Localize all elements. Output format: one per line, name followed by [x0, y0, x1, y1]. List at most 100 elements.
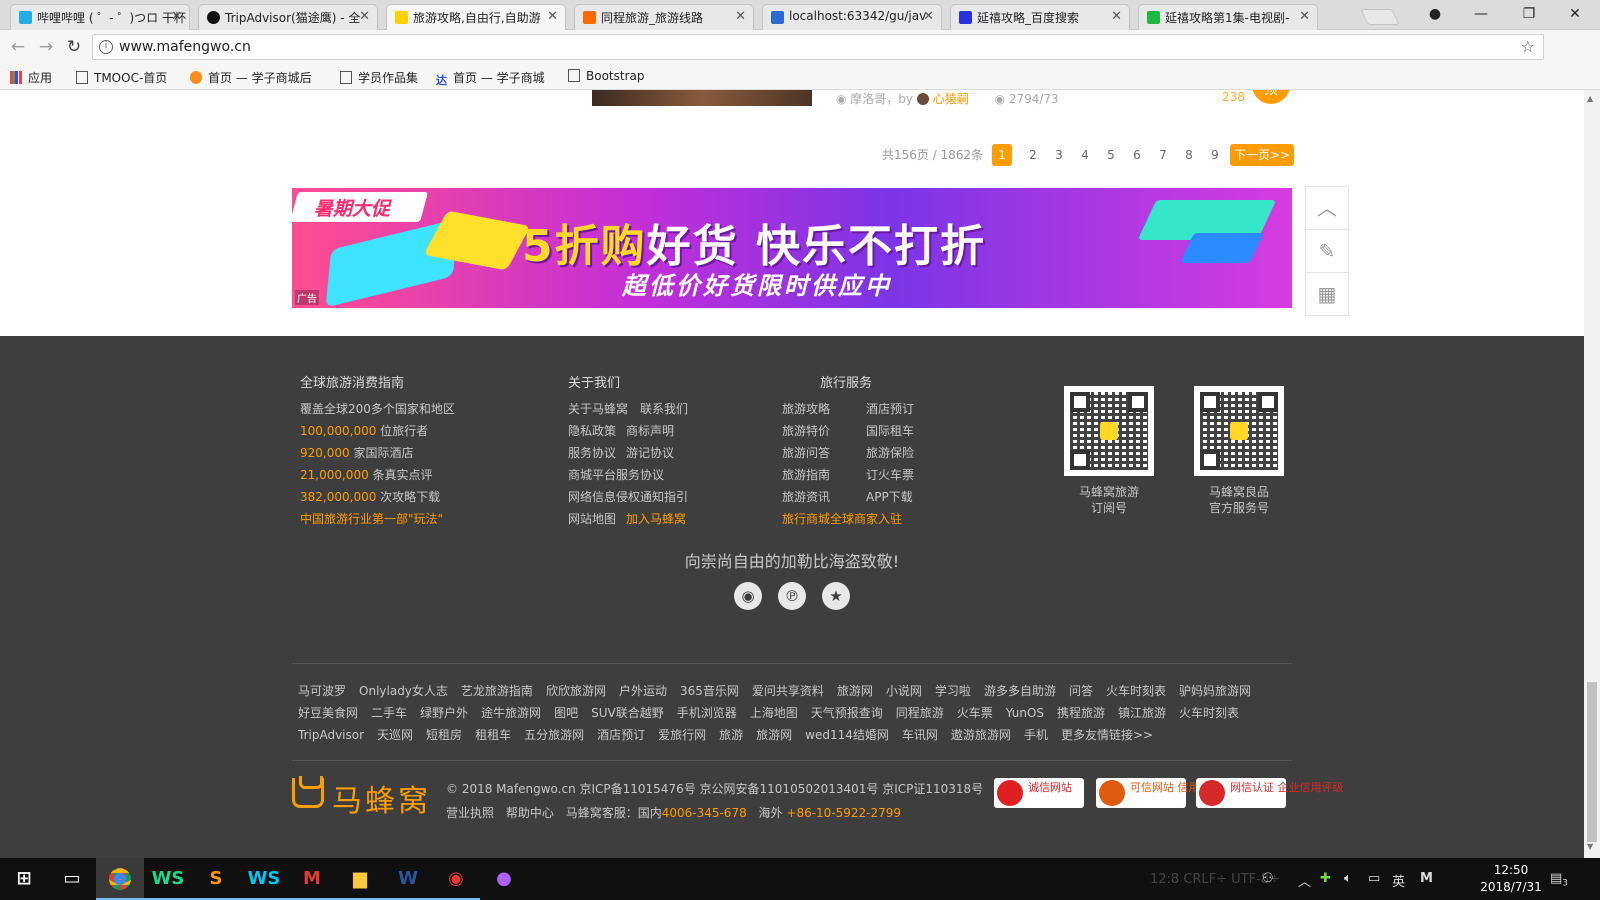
cert-badge-credible[interactable]: 可信网站 信用评价 — [1096, 778, 1222, 808]
friend-link[interactable]: YunOS — [1006, 706, 1044, 720]
footer-link[interactable]: 商标声明 — [626, 422, 674, 439]
friend-link[interactable]: 车讯网 — [902, 728, 938, 742]
back-button[interactable]: ← — [8, 37, 28, 57]
friend-link[interactable]: 艺龙旅游指南 — [461, 684, 533, 698]
friend-link[interactable]: 火车票 — [957, 706, 993, 720]
top-badge[interactable]: 顶 — [1252, 90, 1290, 104]
bookmark-bootstrap[interactable]: Bootstrap — [568, 69, 644, 83]
page-link[interactable]: 8 — [1179, 144, 1199, 166]
footer-link[interactable]: 国际租车 — [866, 422, 914, 439]
friend-link[interactable]: 手机浏览器 — [677, 706, 737, 720]
friend-link[interactable]: 户外运动 — [619, 684, 667, 698]
friend-link[interactable]: 火车时刻表 — [1106, 684, 1166, 698]
action-center-icon[interactable]: ▤3 — [1550, 871, 1568, 889]
maximize-button[interactable]: ❐ — [1510, 2, 1548, 26]
friend-link[interactable]: 遨游旅游网 — [951, 728, 1011, 742]
footer-link[interactable]: APP下载 — [866, 488, 913, 505]
friend-link[interactable]: 旅游 — [719, 728, 743, 742]
close-icon[interactable]: ✕ — [359, 9, 370, 24]
close-icon[interactable]: ✕ — [547, 9, 558, 24]
tab-tripadvisor[interactable]: TripAdvisor(猫途鹰) - 全 ✕ — [198, 4, 378, 30]
ime-mode-icon[interactable]: M — [1420, 871, 1433, 886]
friend-link[interactable]: 天巡网 — [377, 728, 413, 742]
address-bar[interactable]: i www.mafengwo.cn ☆ — [92, 34, 1544, 60]
footer-link[interactable]: 旅游资讯 — [782, 488, 830, 505]
footer-link[interactable]: 关于马蜂窝 — [568, 400, 628, 417]
scroll-down-icon[interactable]: ▼ — [1587, 842, 1593, 851]
word-icon[interactable]: W — [384, 858, 432, 900]
page-link[interactable]: 9 — [1205, 144, 1225, 166]
sublime-icon[interactable]: S — [192, 858, 240, 900]
friend-link[interactable]: 二手车 — [371, 706, 407, 720]
system-clock[interactable]: 12:50 2018/7/31 — [1476, 862, 1546, 896]
friend-link[interactable]: 驴妈妈旅游网 — [1179, 684, 1251, 698]
friend-link[interactable]: TripAdvisor — [298, 728, 364, 742]
tab-tongcheng[interactable]: 同程旅游_旅游线路 ✕ — [574, 4, 754, 30]
close-window-button[interactable]: ✕ — [1556, 2, 1594, 26]
footer-link[interactable]: 旅游保险 — [866, 444, 914, 461]
friend-link[interactable]: Onlylady女人志 — [359, 684, 448, 698]
tab-iqiyi[interactable]: 延禧攻略第1集-电视剧- ✕ — [1138, 4, 1318, 30]
bookmark-xuezi-admin[interactable]: 首页 — 学子商城后 — [190, 69, 312, 86]
scroll-up-icon[interactable]: ▲ — [1587, 94, 1593, 103]
friend-link[interactable]: 游多多自助游 — [984, 684, 1056, 698]
bookmark-apps[interactable]: 应用 — [10, 69, 52, 86]
playbook-link[interactable]: 中国旅游行业第一部"玩法" — [300, 512, 443, 526]
footer-link[interactable]: 游记协议 — [626, 444, 674, 461]
footer-link[interactable]: 商城平台服务协议 — [568, 466, 664, 483]
friend-link[interactable]: 酒店预订 — [597, 728, 645, 742]
footer-link[interactable]: 联系我们 — [640, 400, 688, 417]
friend-link[interactable]: 更多友情链接>> — [1061, 728, 1153, 742]
pencil-icon[interactable]: ✎ — [1306, 230, 1348, 273]
friend-link[interactable]: 旅游网 — [837, 684, 873, 698]
license-link[interactable]: 营业执照 — [446, 806, 494, 820]
page-link[interactable]: 7 — [1153, 144, 1173, 166]
friend-link[interactable]: 好豆美食网 — [298, 706, 358, 720]
footer-link[interactable]: 酒店预订 — [866, 400, 914, 417]
profile-icon[interactable]: ● — [1416, 2, 1454, 26]
article-thumbnail[interactable] — [592, 90, 812, 106]
qrcode-icon[interactable]: ▦ — [1306, 273, 1348, 316]
people-icon[interactable]: ⚇ — [1262, 871, 1274, 886]
friend-link[interactable]: 爱问共享资料 — [752, 684, 824, 698]
tray-chevron-icon[interactable]: ︿ — [1298, 871, 1311, 890]
netease-music-icon[interactable]: ◉ — [432, 858, 480, 900]
footer-link[interactable]: 网站地图 — [568, 510, 616, 527]
chrome-icon[interactable] — [96, 858, 144, 900]
tab-bilibili[interactable]: 哔哩哔哩 ( ゜- ゜)つロ 干杯 ✕ — [10, 4, 190, 30]
tray-app-icon[interactable]: ✚ — [1320, 871, 1331, 886]
friend-link[interactable]: 欣欣旅游网 — [546, 684, 606, 698]
chevron-up-icon[interactable]: ︿ — [1306, 187, 1348, 230]
tab-localhost[interactable]: localhost:63342/gu/jav ✕ — [762, 4, 942, 30]
footer-link[interactable]: 服务协议 — [568, 444, 616, 461]
new-tab-button[interactable] — [1360, 9, 1400, 25]
vertical-scrollbar[interactable]: ▲ ▼ — [1584, 90, 1600, 858]
footer-link[interactable]: 旅游特价 — [782, 422, 830, 439]
url-text[interactable]: www.mafengwo.cn — [119, 39, 251, 55]
friend-link[interactable]: 途牛旅游网 — [481, 706, 541, 720]
friend-link[interactable]: 手机 — [1024, 728, 1048, 742]
star-icon[interactable]: ★ — [822, 582, 850, 610]
cert-badge-wangxin[interactable]: 网信认证 企业信用评级 — [1196, 778, 1344, 808]
close-icon[interactable]: ✕ — [171, 9, 182, 24]
footer-link[interactable]: 隐私政策 — [568, 422, 616, 439]
friend-link[interactable]: 爱旅行网 — [658, 728, 706, 742]
friend-link[interactable]: 短租房 — [426, 728, 462, 742]
bookmark-star-icon[interactable]: ☆ — [1521, 37, 1535, 56]
page-link[interactable]: 5 — [1101, 144, 1121, 166]
webstorm-icon[interactable]: WS — [144, 858, 192, 900]
page-link[interactable]: 4 — [1075, 144, 1095, 166]
friend-link[interactable]: 上海地图 — [750, 706, 798, 720]
friend-link[interactable]: 同程旅游 — [896, 706, 944, 720]
footer-stat[interactable]: 中国旅游行业第一部"玩法" — [300, 510, 443, 527]
merchant-join-link[interactable]: 旅行商城全球商家入驻 — [782, 510, 902, 527]
friend-link[interactable]: 携程旅游 — [1057, 706, 1105, 720]
cert-badge-trust[interactable]: 诚信网站 — [994, 778, 1084, 808]
friend-link[interactable]: 火车时刻表 — [1179, 706, 1239, 720]
minimize-button[interactable]: — — [1462, 2, 1500, 26]
paint-icon[interactable]: ● — [480, 858, 528, 900]
bookmark-student-works[interactable]: 学员作品集 — [340, 69, 418, 86]
wechat-icon[interactable]: ℗ — [778, 582, 806, 610]
friend-link[interactable]: 学习啦 — [935, 684, 971, 698]
mweb-icon[interactable]: M — [288, 858, 336, 900]
